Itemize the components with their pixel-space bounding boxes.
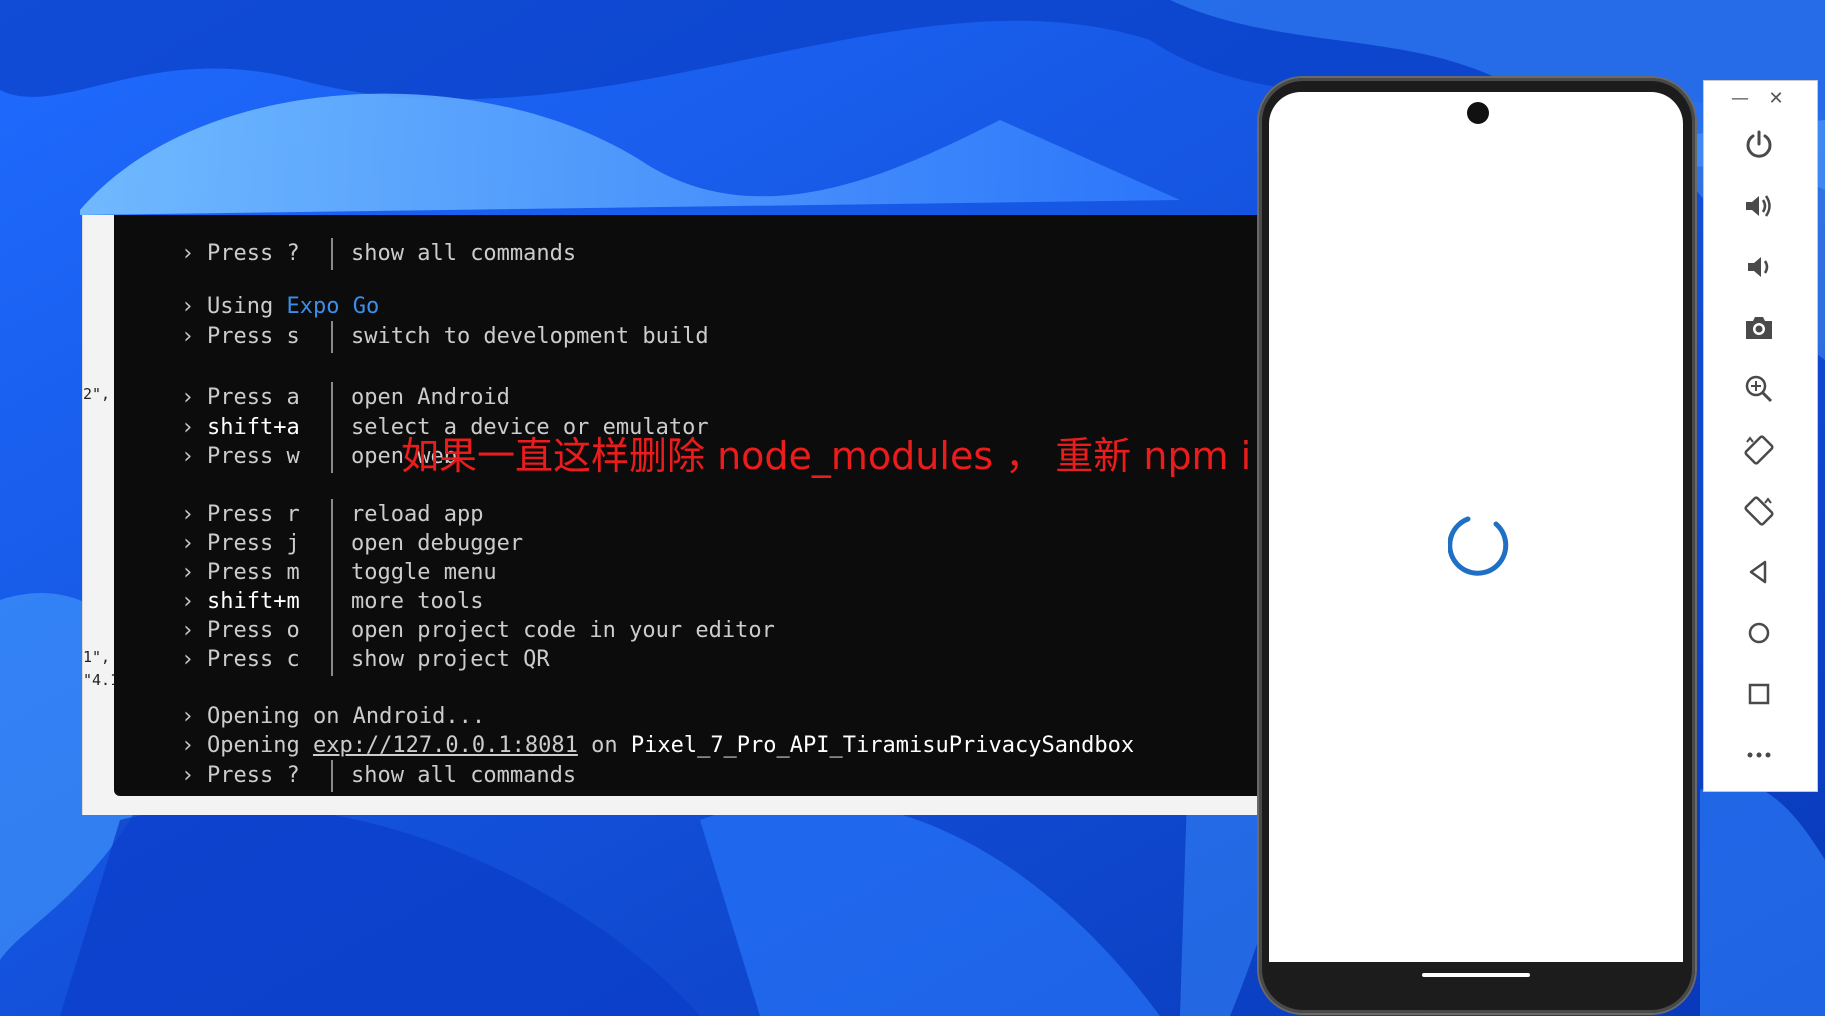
terminal-line: › Press a open Android bbox=[128, 353, 510, 414]
annotation-text: 如果一直这样删除 node_modules ， 重新 npm i bbox=[401, 434, 1252, 478]
overview-button[interactable] bbox=[1735, 670, 1783, 718]
terminal-line: › shift+m more tools bbox=[128, 557, 483, 618]
power-icon bbox=[1746, 130, 1772, 158]
loading-spinner-icon bbox=[1448, 516, 1509, 576]
rotate-right-icon bbox=[1744, 496, 1774, 526]
rotate-left-button[interactable] bbox=[1735, 426, 1783, 474]
front-camera bbox=[1467, 102, 1489, 124]
more-icon bbox=[1747, 752, 1771, 758]
volume-up-icon bbox=[1746, 195, 1771, 217]
terminal-line: › Press o open project code in your editor bbox=[128, 586, 775, 647]
camera-icon bbox=[1746, 317, 1772, 339]
terminal-window[interactable]: › Press ? show all commands › Using Expo Go… bbox=[114, 215, 1264, 796]
terminal-line: › Opening on Android... bbox=[180, 704, 486, 729]
terminal-line: › Press c show project QR bbox=[128, 615, 550, 676]
editor-fragment: 1", bbox=[83, 648, 111, 666]
emulator-toolbar: — ✕ bbox=[1703, 80, 1818, 792]
device-name: Pixel_7_Pro_API_TiramisuPrivacySandbox bbox=[630, 733, 1135, 758]
editor-fragment: 2", bbox=[83, 385, 111, 403]
back-icon bbox=[1749, 560, 1767, 584]
terminal-line: › Press m toggle menu bbox=[128, 528, 497, 589]
volume-up-button[interactable] bbox=[1735, 182, 1783, 230]
close-button[interactable]: ✕ bbox=[1764, 87, 1788, 111]
terminal-line: › Using Expo Go bbox=[180, 294, 380, 319]
rotate-right-button[interactable] bbox=[1735, 487, 1783, 535]
volume-down-icon bbox=[1748, 257, 1769, 277]
terminal-line: › Press ? show all commands bbox=[128, 731, 576, 792]
terminal-line: › Opening exp://127.0.0.1:8081 on Pixel_7… bbox=[180, 733, 1135, 758]
overview-icon bbox=[1748, 683, 1770, 705]
phone-screen[interactable] bbox=[1269, 92, 1683, 962]
zoom-button[interactable] bbox=[1735, 365, 1783, 413]
gesture-home-bar[interactable] bbox=[1422, 973, 1530, 977]
terminal-line: › Press j open debugger bbox=[128, 499, 523, 560]
terminal-line: › Press s switch to development build bbox=[128, 292, 709, 353]
minimize-button[interactable]: — bbox=[1728, 87, 1752, 111]
toolbar-titlebar: — ✕ bbox=[1704, 81, 1817, 119]
volume-down-button[interactable] bbox=[1735, 243, 1783, 291]
power-button[interactable] bbox=[1735, 121, 1783, 169]
back-button[interactable] bbox=[1735, 548, 1783, 596]
rotate-left-icon bbox=[1744, 435, 1774, 465]
home-icon bbox=[1748, 622, 1770, 644]
home-button[interactable] bbox=[1735, 609, 1783, 657]
terminal-line: › shift+a select a device or emulator bbox=[128, 383, 709, 444]
more-button[interactable] bbox=[1735, 731, 1783, 779]
screenshot-button[interactable] bbox=[1735, 304, 1783, 352]
zoom-icon bbox=[1745, 375, 1773, 403]
terminal-line: › Press ? show all commands bbox=[128, 215, 576, 270]
android-emulator-device bbox=[1259, 78, 1695, 1013]
